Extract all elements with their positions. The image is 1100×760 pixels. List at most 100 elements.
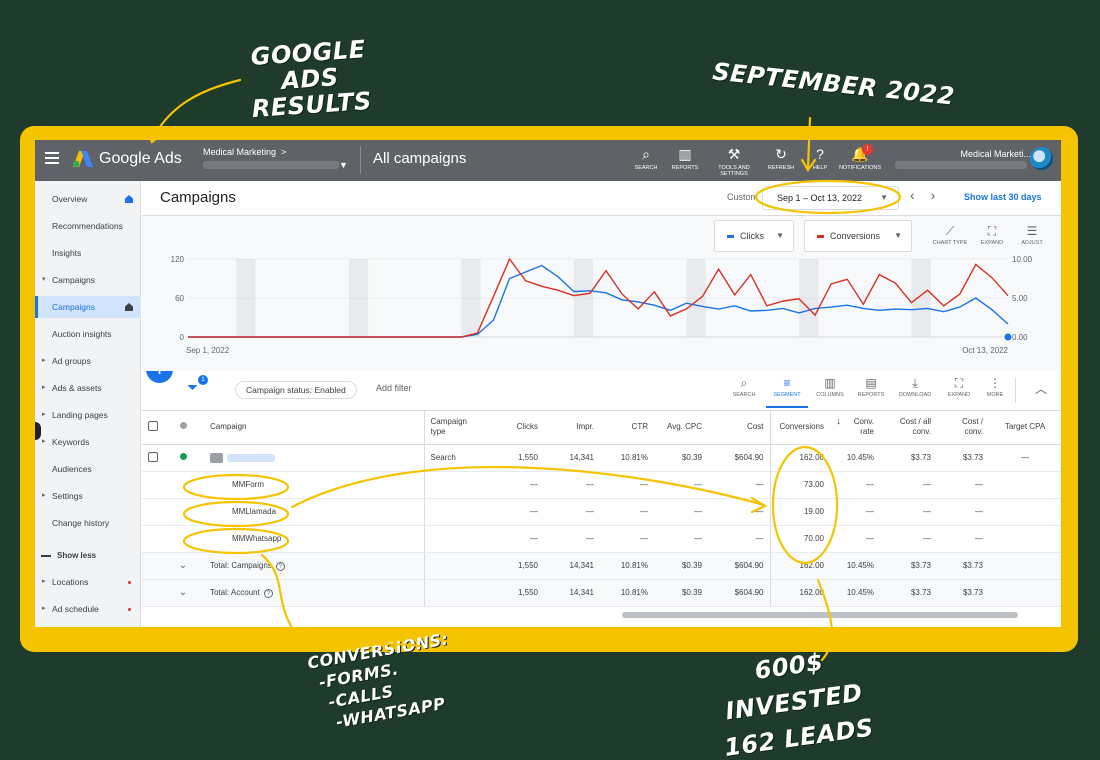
show-less-button[interactable]: Show less [35,547,141,565]
sidebar-item-campaigns[interactable]: Campaigns [35,296,141,318]
sidebar-item-change-history[interactable]: Change history [35,512,141,534]
y-left-tick: 60 [175,294,184,303]
table-row[interactable]: Search 1,550 14,341 10.81% $0.39 $604.90 162.0… [142,444,1061,472]
bell-tool[interactable]: 🔔 NOTIFICATIONS [838,146,882,171]
metric-label: Clicks [740,231,764,241]
campaign-status-filter-chip[interactable]: Campaign status: Enabled [235,381,357,399]
sidebar-item-recommendations[interactable]: Recommendations [35,215,141,237]
wrench-tool[interactable]: ⚒ TOOLS AND SETTINGS [712,146,756,177]
help-icon: ? [816,146,824,162]
chart-type-button[interactable]: ⟋ CHART TYPE [930,224,970,246]
sidebar-item-settings[interactable]: Settings [35,485,141,507]
column-header[interactable]: ↓ Conv. rate [830,411,880,445]
empty-cell: — [490,525,544,553]
chevron-down-icon[interactable]: ⌄ [179,560,187,571]
y-left-tick: 0 [180,333,185,342]
sidebar-item-ad-groups[interactable]: Ad groups [35,350,141,372]
tool-label: COLUMNS [816,392,844,398]
download-icon: ⤓ [912,376,918,390]
reports-tool[interactable]: ▥ REPORTS [663,146,707,171]
adjust-button[interactable]: ☰ ADJUST [1012,224,1052,246]
expand-button[interactable]: ⛶ EXPAND [972,224,1012,246]
column-header[interactable]: Campaign [204,411,424,445]
empty-cell: — [937,498,989,526]
avatar[interactable] [1030,147,1053,170]
google-ads-screen: Google Ads Medical Marketing > ▼ All cam… [35,140,1061,627]
column-header[interactable]: Impr. [544,411,600,445]
date-range-picker[interactable]: Sep 1 – Oct 13, 2022 ▼ [762,186,899,210]
cell-clicks: 1,550 [490,579,544,607]
metric-conversions-selector[interactable]: Conversions ▼ [804,220,912,252]
horizontal-scrollbar[interactable] [622,612,1018,618]
sidebar-item-locations[interactable]: Locations [35,571,141,593]
total-row: ⌄ Total: Campaigns? 1,550 14,341 10.81% $0.39… [142,552,1061,580]
metric-clicks-selector[interactable]: Clicks ▼ [714,220,794,252]
empty-cell: — [654,471,708,499]
table-header-row: Campaign Campaign type Clicks Impr. CTR … [142,411,1061,445]
cell-conversions: 162.00 [769,579,830,607]
sidebar-item-auction-insights[interactable]: Auction insights [35,323,141,345]
column-header[interactable]: Cost [708,411,770,445]
account-name[interactable]: Medical Marketing > [203,147,286,157]
columns-button[interactable]: ▥ COLUMNS [809,376,851,398]
chevron-up-icon[interactable]: ︿ [1035,380,1047,397]
refresh-tool[interactable]: ↻ REFRESH [759,146,803,171]
user-account[interactable]: Medical Marketi... [895,148,1031,173]
filter-count-badge: 1 [198,375,208,385]
column-header[interactable]: Avg. CPC [654,411,708,445]
total-row: ⌄ Total: Account? 1,550 14,341 10.81% $0.39 $6… [142,579,1061,607]
menu-icon[interactable] [45,152,59,164]
total-label: Total: Account [210,587,260,597]
help-icon[interactable]: ? [275,561,285,571]
segment-button[interactable]: ≡ SEGMENT [766,376,808,408]
cell-conv-rate: 10.45% [830,444,880,472]
sidebar-item-insights[interactable]: Insights [35,242,141,264]
column-header[interactable]: Target CPA [989,411,1061,445]
cell-clicks: 1,550 [490,444,544,472]
reports-button[interactable]: ▤ REPORTS [850,376,892,398]
column-header[interactable]: Campaign type [423,411,490,445]
sidebar-item-label: Ads & assets [52,383,102,393]
sidebar-item-audiences[interactable]: Audiences [35,458,141,480]
add-filter-button[interactable]: Add filter [376,383,412,393]
date-nav-arrows[interactable]: ‹› [910,187,951,203]
sidebar-item-landing-pages[interactable]: Landing pages [35,404,141,426]
cell-cost-per-conv: $3.73 [937,552,989,580]
sidebar-item-ad-schedule[interactable]: Ad schedule [35,598,141,620]
empty-cell: — [600,471,654,499]
google-ads-logo [72,151,93,168]
campaign-name-redacted[interactable] [227,453,275,462]
search-button[interactable]: ⌕ SEARCH [723,376,765,398]
select-all-checkbox[interactable] [148,420,158,431]
download-button[interactable]: ⤓ DOWNLOAD [894,376,936,398]
more-button[interactable]: ⋮ MORE [974,376,1016,398]
column-header[interactable]: CTR [600,411,654,445]
filter-icon[interactable]: ⏷ [187,379,198,396]
cell-conv-rate: 10.45% [830,579,880,607]
brand-name: Google Ads [99,150,182,167]
column-header[interactable]: Conversions [769,411,830,445]
row-checkbox[interactable] [148,451,158,462]
sidebar-item-ads-assets[interactable]: Ads & assets [35,377,141,399]
search-tool[interactable]: ⌕ SEARCH [624,146,668,171]
help-tool[interactable]: ? HELP [798,146,842,171]
cell-conv-rate: 10.45% [830,552,880,580]
sidebar-item-label: Insights [52,248,82,258]
sidebar-item-overview[interactable]: Overview [35,188,141,210]
sidebar-item-campaigns[interactable]: Campaigns [35,269,141,291]
column-header[interactable]: Clicks [490,411,544,445]
caret-down-icon[interactable]: ▼ [339,160,348,170]
columns-icon: ▥ [824,376,836,390]
show-last-30-days-link[interactable]: Show last 30 days [964,192,1042,202]
column-header[interactable]: Cost / conv. [937,411,989,445]
cell-cost: $604.90 [708,552,770,580]
adjust-icon: ☰ [1026,224,1038,238]
chart-type-icon: ⟋ [945,224,955,238]
column-header[interactable]: Cost / all conv. [880,411,937,445]
help-icon[interactable]: ? [263,588,273,598]
metric-label: Conversions [830,231,881,241]
segment-row: MMForm — — — — —73.00— — — [142,471,1061,499]
sidebar-item-keywords[interactable]: Keywords [35,431,141,453]
search-icon: ⌕ [642,146,650,162]
chevron-down-icon[interactable]: ⌄ [179,587,187,598]
